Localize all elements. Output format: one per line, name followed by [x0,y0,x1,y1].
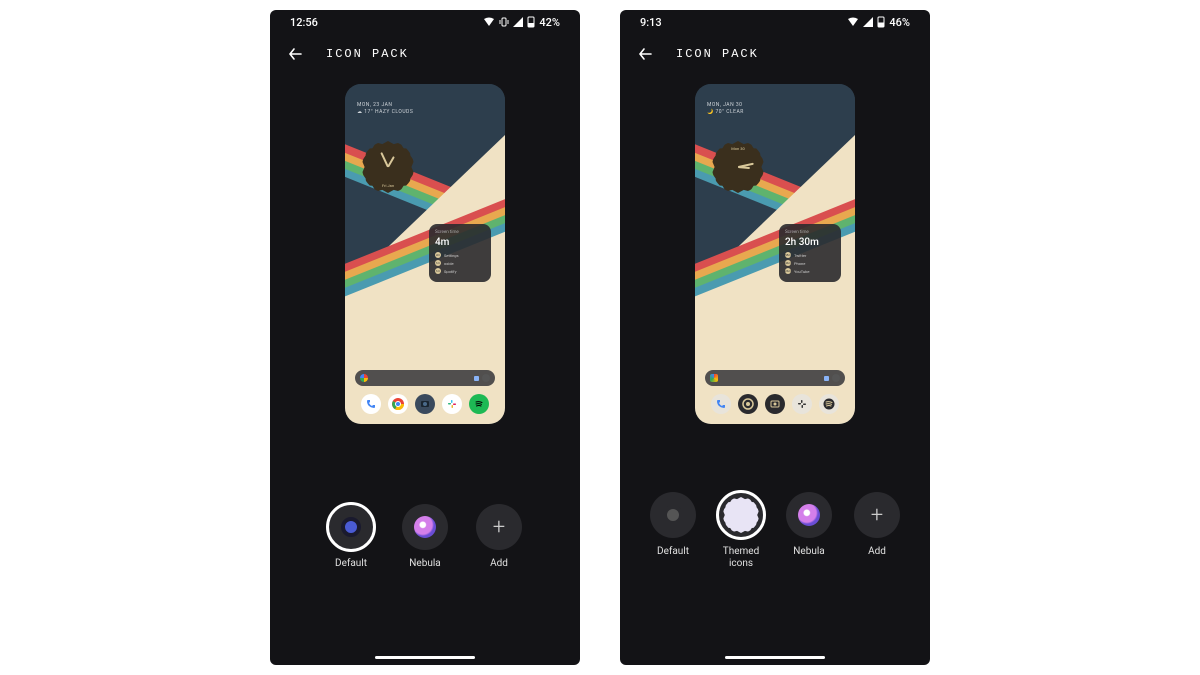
pixel-logo-icon [710,374,718,382]
arrow-left-icon [637,45,655,63]
screen-time-label: Screen time [435,230,485,235]
page-header: ICON PACK [620,34,930,74]
icon-pack-options: Default Nebula + Add [270,504,580,570]
home-screen-preview[interactable]: MON, 23 JAN ☁ 17° HAZY CLOUDS Fri Jan Sc… [345,84,505,424]
option-swatch: + [854,492,900,538]
screen-time-value: 4m [435,237,485,248]
status-icons: 46% [847,16,910,29]
screen-time-app-row: 26mYouTube [785,268,835,274]
phone-app-icon [361,394,381,414]
spotify-app-icon [819,394,839,414]
option-label: Themed icons [713,546,769,570]
battery-percent: 46% [889,16,910,29]
plus-icon: + [871,503,883,528]
screen-time-label: Screen time [785,230,835,235]
status-bar: 9:13 46% [620,10,930,34]
phone-screenshot-left: 12:56 42% ICON PACK MON, 23 JAN ☁ 17° HA… [270,10,580,665]
option-swatch [402,504,448,550]
page-title: ICON PACK [676,47,759,61]
icon-pack-option-default[interactable]: Default [323,504,379,570]
chrome-app-icon [738,394,758,414]
option-swatch: + [476,504,522,550]
preview-area: MON, JAN 30 🌙 70° CLEAR Mon 30 Screen ti… [620,74,930,424]
weather-date: MON, 23 JAN [357,102,413,109]
arrow-left-icon [287,45,305,63]
back-button[interactable] [636,44,656,64]
lens-icon [832,374,840,382]
screen-time-app-row: 58mTwitter [785,252,835,258]
clock-widget: Fri Jan [365,144,411,190]
phone-screenshot-right: 9:13 46% ICON PACK MON, JAN 30 🌙 70° CLE… [620,10,930,665]
screen-time-app-row: 2mSettings [435,252,485,258]
battery-icon [877,16,885,28]
home-screen-preview[interactable]: MON, JAN 30 🌙 70° CLEAR Mon 30 Screen ti… [695,84,855,424]
option-swatch [786,492,832,538]
signal-icon [863,17,873,27]
wifi-icon [847,17,859,27]
camera-app-icon [415,394,435,414]
home-indicator[interactable] [375,656,475,659]
status-bar: 12:56 42% [270,10,580,34]
chrome-app-icon [388,394,408,414]
screen-time-value: 2h 30m [785,237,835,248]
camera-app-icon [765,394,785,414]
slack-app-icon [442,394,462,414]
phone-app-icon [711,394,731,414]
screen-time-app-row: 1moxide [435,260,485,266]
option-label: Nebula [793,546,824,558]
status-icons: 42% [483,16,560,29]
option-swatch [328,504,374,550]
icon-pack-option-nebula[interactable]: Nebula [397,504,453,570]
mic-icon [824,376,829,381]
plus-icon: + [493,515,505,540]
weather-temp: 70° CLEAR [715,109,743,115]
back-button[interactable] [286,44,306,64]
weather-widget: MON, JAN 30 🌙 70° CLEAR [707,102,744,116]
spotify-app-icon [469,394,489,414]
icon-pack-option-themed[interactable]: Themed icons [713,492,769,570]
screen-time-widget: Screen time 4m 2mSettings 1moxide 1mSpot… [429,224,491,282]
weather-temp: 17° HAZY CLOUDS [364,109,413,115]
slack-app-icon [792,394,812,414]
wifi-icon [483,17,495,27]
icon-pack-option-nebula[interactable]: Nebula [781,492,837,570]
clock-date: Mon 30 [715,146,761,151]
status-time: 9:13 [640,16,662,29]
option-label: Default [335,558,367,570]
home-indicator[interactable] [725,656,825,659]
signal-icon [513,17,523,27]
icon-pack-option-add[interactable]: + Add [849,492,905,570]
weather-date: MON, JAN 30 [707,102,744,109]
option-swatch [650,492,696,538]
battery-percent: 42% [539,16,560,29]
screen-time-widget: Screen time 2h 30m 58mTwitter 46mPhone 2… [779,224,841,282]
app-dock [345,394,505,414]
screen-time-app-row: 46mPhone [785,260,835,266]
app-dock [695,394,855,414]
preview-area: MON, 23 JAN ☁ 17° HAZY CLOUDS Fri Jan Sc… [270,74,580,424]
option-label: Nebula [409,558,440,570]
lens-icon [482,374,490,382]
icon-pack-option-add[interactable]: + Add [471,504,527,570]
weather-widget: MON, 23 JAN ☁ 17° HAZY CLOUDS [357,102,413,116]
search-bar [355,370,495,386]
option-label: Add [490,558,508,570]
status-time: 12:56 [290,16,318,29]
battery-icon [527,16,535,28]
mic-icon [474,376,479,381]
page-header: ICON PACK [270,34,580,74]
page-title: ICON PACK [326,47,409,61]
icon-pack-option-default[interactable]: Default [645,492,701,570]
option-swatch [718,492,764,538]
google-logo-icon [360,374,368,382]
icon-pack-options: Default Themed icons Nebula + Add [620,492,930,570]
screen-time-app-row: 1mSpotify [435,268,485,274]
clock-date: Fri Jan [365,183,411,188]
option-label: Add [868,546,886,558]
option-label: Default [657,546,689,558]
search-bar [705,370,845,386]
vibrate-icon [499,17,509,27]
clock-widget: Mon 30 [715,144,761,190]
